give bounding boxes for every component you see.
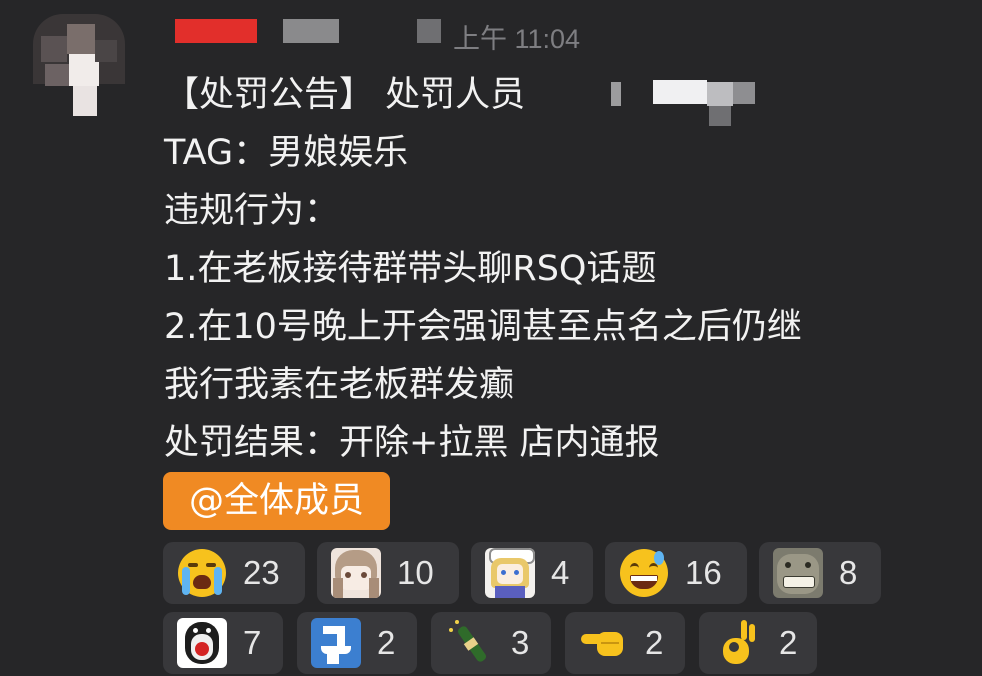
message-text: 1.在老板接待群带头聊RSQ话题 — [164, 249, 657, 289]
reaction-count: 2 — [779, 624, 798, 661]
redacted-name — [611, 76, 771, 126]
anime-maid-sticker-icon — [485, 548, 535, 598]
pointing-hand-icon — [579, 618, 629, 668]
message-text: 【处罚公告】 处罚人员 — [164, 75, 526, 115]
penguin-sticker-icon — [177, 618, 227, 668]
message-line: 违规行为： — [164, 182, 964, 240]
sender-avatar[interactable] — [33, 14, 125, 120]
message-line: 2.在10号晚上开会强调甚至点名之后仍继 — [164, 298, 964, 356]
crying-face-icon — [177, 548, 227, 598]
sender-role-redacted — [283, 19, 339, 43]
reaction-chip[interactable]: 2 — [565, 612, 685, 674]
message-text: 处罚结果：开除+拉黑 店内通报 — [164, 423, 660, 463]
message-text: 违规行为： — [164, 191, 340, 231]
sweat-smile-icon — [619, 548, 669, 598]
reaction-count: 2 — [377, 624, 396, 661]
champagne-icon — [445, 618, 495, 668]
reaction-chip[interactable]: 23 — [163, 542, 305, 604]
reaction-count: 10 — [397, 554, 434, 591]
reaction-chip[interactable]: 2 — [699, 612, 817, 674]
reaction-chip[interactable]: 3 — [431, 612, 551, 674]
mention-all-tag[interactable]: @全体成员 — [163, 472, 390, 530]
ok-hand-icon — [713, 618, 763, 668]
reaction-chip[interactable]: 2 — [297, 612, 417, 674]
message-line: 处罚结果：开除+拉黑 店内通报 — [164, 414, 964, 472]
grinning-dog-sticker-icon — [773, 548, 823, 598]
message-line: 1.在老板接待群带头聊RSQ话题 — [164, 240, 964, 298]
message-text: 2.在10号晚上开会强调甚至点名之后仍继 — [164, 307, 802, 347]
reaction-chip[interactable]: 16 — [605, 542, 747, 604]
reaction-chip[interactable]: 4 — [471, 542, 593, 604]
toilet-icon — [311, 618, 361, 668]
reaction-count: 2 — [645, 624, 664, 661]
message-text: TAG：男娘娱乐 — [164, 133, 409, 173]
reaction-count: 7 — [243, 624, 262, 661]
reaction-chip[interactable]: 10 — [317, 542, 459, 604]
message-timestamp: 上午 11:04 — [453, 24, 581, 54]
message-body: 【处罚公告】 处罚人员 TAG：男娘娱乐 违规行为： 1.在老板接待群带头聊RS… — [164, 66, 964, 472]
reaction-chip[interactable]: 7 — [163, 612, 283, 674]
reaction-count: 23 — [243, 554, 280, 591]
sender-name-redacted[interactable] — [175, 19, 257, 43]
reaction-count: 16 — [685, 554, 722, 591]
message-line: 【处罚公告】 处罚人员 — [164, 66, 964, 126]
redacted-block — [417, 19, 441, 43]
reaction-chip[interactable]: 8 — [759, 542, 881, 604]
message-header: 上午 11:04 — [175, 15, 675, 54]
reaction-count: 8 — [839, 554, 858, 591]
anime-girl-sticker-icon — [331, 548, 381, 598]
message-text: 我行我素在老板群发癫 — [164, 365, 515, 405]
message-line: 我行我素在老板群发癫 — [164, 356, 964, 414]
reaction-count: 4 — [551, 554, 570, 591]
message-line: TAG：男娘娱乐 — [164, 124, 964, 182]
reaction-count: 3 — [511, 624, 530, 661]
